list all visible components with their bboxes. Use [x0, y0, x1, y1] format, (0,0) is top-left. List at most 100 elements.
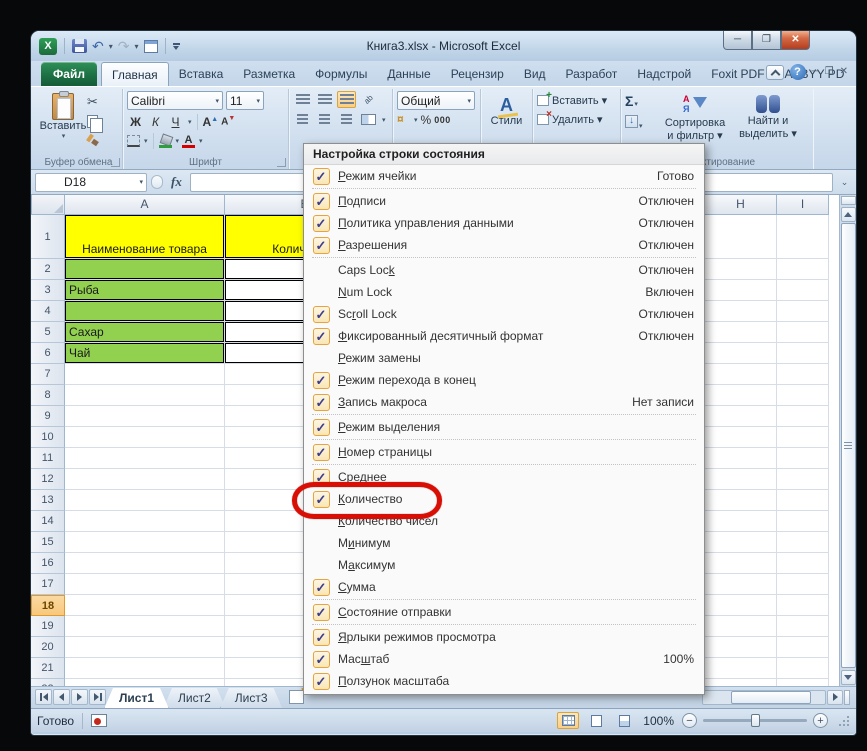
- cell-H7[interactable]: [705, 364, 777, 385]
- tab-split-handle[interactable]: [844, 690, 850, 705]
- workbook-icon[interactable]: [144, 40, 158, 53]
- cell-H20[interactable]: [705, 637, 777, 658]
- format-painter-icon[interactable]: [87, 134, 99, 146]
- cell-A20[interactable]: [65, 637, 225, 658]
- cell-A14[interactable]: [65, 511, 225, 532]
- menu-item[interactable]: ✓Фиксированный десятичный форматОтключен: [304, 325, 704, 347]
- cell-I18[interactable]: [777, 595, 829, 616]
- redo-dropdown-icon[interactable]: ▾: [134, 42, 138, 51]
- insert-sheet-icon[interactable]: [289, 690, 304, 704]
- menu-item[interactable]: ✓Политика управления даннымиОтключен: [304, 212, 704, 234]
- row-header-21[interactable]: 21: [31, 658, 65, 679]
- cell-H2[interactable]: [705, 259, 777, 280]
- align-middle-icon[interactable]: [315, 91, 334, 108]
- cell-I15[interactable]: [777, 532, 829, 553]
- cell-I5[interactable]: [777, 322, 829, 343]
- tab-file[interactable]: Файл: [41, 62, 97, 86]
- minimize-button[interactable]: ─: [723, 31, 752, 50]
- select-all-corner[interactable]: [31, 195, 65, 215]
- cell-A17[interactable]: [65, 574, 225, 595]
- scroll-down-icon[interactable]: [841, 670, 856, 685]
- comma-style-button[interactable]: 000: [434, 115, 451, 125]
- cell-styles-icon[interactable]: A: [500, 95, 513, 115]
- cell-I17[interactable]: [777, 574, 829, 595]
- vertical-scrollbar[interactable]: [839, 195, 856, 686]
- undo-icon[interactable]: ↶: [92, 39, 104, 53]
- menu-item[interactable]: ✓Среднее: [304, 466, 704, 488]
- save-icon[interactable]: [72, 39, 87, 53]
- cell-A12[interactable]: [65, 469, 225, 490]
- excel-logo-icon[interactable]: X: [39, 38, 57, 55]
- bold-button[interactable]: Ж: [127, 113, 144, 130]
- align-right-icon[interactable]: [337, 111, 356, 128]
- cell-A5[interactable]: Сахар: [65, 322, 225, 343]
- sheet-tab-лист3[interactable]: Лист3: [220, 688, 283, 709]
- workbook-minimize-icon[interactable]: ─: [812, 65, 819, 79]
- page-break-view-button[interactable]: [613, 712, 635, 729]
- cell-I1[interactable]: [777, 215, 829, 259]
- paste-dropdown-icon[interactable]: ▾: [62, 132, 66, 140]
- name-box[interactable]: D18 ▾: [35, 173, 147, 192]
- menu-item[interactable]: ✓Режим выделения: [304, 416, 704, 438]
- close-button[interactable]: ✕: [781, 31, 810, 50]
- cell-A2[interactable]: [65, 259, 225, 280]
- record-macro-icon[interactable]: [91, 714, 107, 727]
- cell-I13[interactable]: [777, 490, 829, 511]
- cell-H14[interactable]: [705, 511, 777, 532]
- row-header-13[interactable]: 13: [31, 490, 65, 511]
- cell-H18[interactable]: [705, 595, 777, 616]
- cell-A9[interactable]: [65, 406, 225, 427]
- menu-item[interactable]: ✓Номер страницы: [304, 441, 704, 463]
- maximize-button[interactable]: ❐: [752, 31, 781, 50]
- menu-item[interactable]: ✓Состояние отправки: [304, 601, 704, 623]
- insert-cells-button[interactable]: Вставить ▾: [537, 91, 616, 110]
- zoom-slider-thumb[interactable]: [751, 714, 760, 727]
- align-left-icon[interactable]: [293, 111, 312, 128]
- sheet-tab-лист2[interactable]: Лист2: [163, 688, 226, 709]
- zoom-in-icon[interactable]: +: [813, 713, 828, 728]
- column-header-A[interactable]: A: [65, 195, 225, 215]
- name-box-dropdown-icon[interactable]: ▾: [139, 178, 143, 186]
- insert-function-icon[interactable]: fx: [167, 174, 186, 190]
- increase-font-icon[interactable]: А▲: [203, 115, 219, 129]
- last-sheet-icon[interactable]: [89, 689, 106, 705]
- row-header-7[interactable]: 7: [31, 364, 65, 385]
- menu-item[interactable]: Минимум: [304, 532, 704, 554]
- help-icon[interactable]: ?: [790, 64, 806, 80]
- cell-I19[interactable]: [777, 616, 829, 637]
- cell-H11[interactable]: [705, 448, 777, 469]
- ribbon-tab[interactable]: Разметка: [233, 62, 305, 86]
- align-center-icon[interactable]: [315, 111, 334, 128]
- vertical-scroll-thumb[interactable]: [841, 223, 856, 668]
- cell-A4[interactable]: [65, 301, 225, 322]
- row-header-16[interactable]: 16: [31, 553, 65, 574]
- row-header-3[interactable]: 3: [31, 280, 65, 301]
- decrease-font-icon[interactable]: А▼: [221, 115, 235, 127]
- menu-item[interactable]: ✓Ползунок масштаба: [304, 670, 704, 692]
- page-layout-view-button[interactable]: [585, 712, 607, 729]
- cell-I11[interactable]: [777, 448, 829, 469]
- merge-center-icon[interactable]: [359, 111, 378, 128]
- cell-A16[interactable]: [65, 553, 225, 574]
- cell-A15[interactable]: [65, 532, 225, 553]
- cell-H12[interactable]: [705, 469, 777, 490]
- formula-bar-expand-icon[interactable]: ⌄: [837, 173, 852, 192]
- cell-H3[interactable]: [705, 280, 777, 301]
- formula-bar-splitter[interactable]: [151, 175, 163, 189]
- menu-item[interactable]: ✓Количество: [304, 488, 704, 510]
- autosum-icon[interactable]: Σ: [625, 93, 633, 109]
- cell-H21[interactable]: [705, 658, 777, 679]
- cell-H1[interactable]: [705, 215, 777, 259]
- cell-H9[interactable]: [705, 406, 777, 427]
- ribbon-tab[interactable]: Надстрой: [627, 62, 701, 86]
- paste-button[interactable]: Вставить ▾: [39, 91, 87, 155]
- ribbon-tab[interactable]: Формулы: [305, 62, 377, 86]
- cell-I20[interactable]: [777, 637, 829, 658]
- accounting-format-icon[interactable]: [397, 114, 410, 127]
- dialog-launcher-icon[interactable]: [111, 158, 120, 167]
- cell-H5[interactable]: [705, 322, 777, 343]
- align-top-icon[interactable]: [293, 91, 312, 108]
- redo-icon[interactable]: ↷: [118, 39, 130, 53]
- cell-H6[interactable]: [705, 343, 777, 364]
- ribbon-tab[interactable]: Разработ: [556, 62, 628, 86]
